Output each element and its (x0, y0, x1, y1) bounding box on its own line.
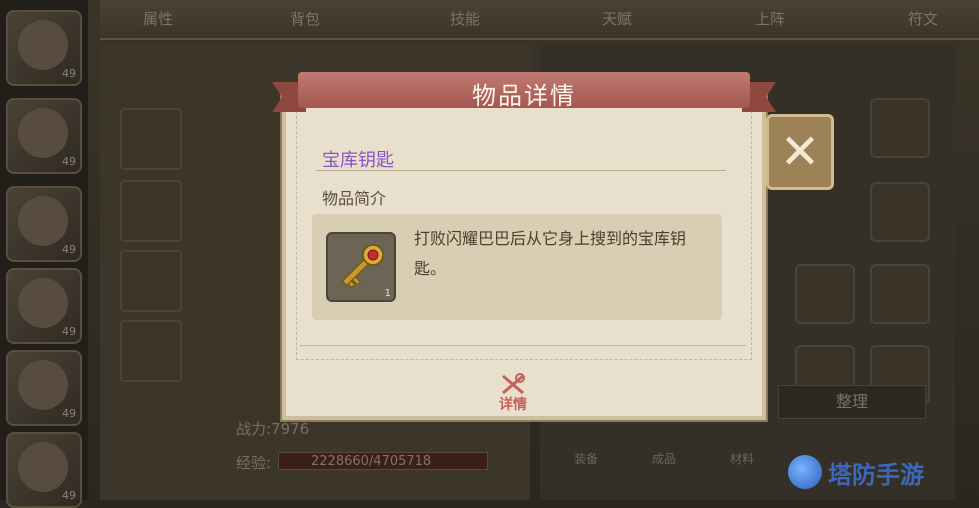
hero-face-icon (18, 360, 68, 410)
hero-face-icon (18, 442, 68, 492)
hero-level: 49 (62, 67, 76, 80)
hero-level: 49 (62, 407, 76, 420)
dialog-title-banner: 物品详情 (272, 68, 776, 112)
equip-slot[interactable] (120, 180, 182, 242)
equip-slot[interactable] (120, 108, 182, 170)
tab-talents[interactable]: 天赋 (587, 8, 647, 29)
divider (316, 170, 726, 171)
close-button[interactable]: ✕ (766, 114, 834, 190)
details-label: 详情 (499, 397, 527, 413)
hero-portrait[interactable]: 49 (6, 350, 82, 426)
equip-slot[interactable] (120, 320, 182, 382)
inventory-slot[interactable] (795, 264, 855, 324)
tab-attributes[interactable]: 属性 (128, 8, 188, 29)
tab-materials[interactable]: 材料 (712, 450, 772, 467)
hero-portrait[interactable]: 49 (6, 10, 82, 86)
inventory-slot[interactable] (870, 182, 930, 242)
hero-level: 49 (62, 489, 76, 502)
hero-face-icon (18, 196, 68, 246)
tab-runes[interactable]: 符文 (893, 8, 953, 29)
hero-level: 49 (62, 325, 76, 338)
top-tab-bar: 属性 背包 技能 天赋 上阵 符文 (100, 0, 979, 40)
item-icon-frame: 1 (326, 232, 396, 302)
tab-equipment[interactable]: 装备 (556, 450, 616, 467)
tab-backpack[interactable]: 背包 (275, 8, 335, 29)
exp-value: 2228660/4705718 (311, 454, 432, 469)
power-label: 战力:7976 (236, 420, 310, 438)
item-description: 打败闪耀巴巴后从它身上搜到的宝库钥匙。 (414, 229, 687, 278)
watermark: 塔防手游 (788, 452, 924, 492)
hero-face-icon (18, 20, 68, 70)
watermark-logo-icon (788, 455, 822, 489)
hero-portrait[interactable]: 49 (6, 98, 82, 174)
equip-slot[interactable] (120, 250, 182, 312)
hero-portrait[interactable]: 49 (6, 186, 82, 262)
hero-portrait[interactable]: 49 (6, 268, 82, 344)
tab-lineup[interactable]: 上阵 (740, 8, 800, 29)
exp-label: 经验: (236, 454, 272, 472)
divider (300, 345, 746, 346)
watermark-text: 塔防手游 (828, 460, 924, 489)
hero-level: 49 (62, 155, 76, 168)
item-name: 宝库钥匙 (322, 150, 394, 171)
details-button[interactable]: 详情 (490, 370, 536, 416)
hero-list: 49 49 49 49 49 49 (0, 0, 88, 508)
hero-level: 49 (62, 243, 76, 256)
item-intro-label: 物品简介 (322, 189, 387, 208)
close-x-icon: ✕ (779, 124, 821, 180)
exp-bar: 2228660/4705718 (278, 452, 488, 470)
tab-skills[interactable]: 技能 (435, 8, 495, 29)
inventory-slot[interactable] (870, 264, 930, 324)
inventory-slot[interactable] (870, 98, 930, 158)
hero-face-icon (18, 278, 68, 328)
item-quantity: 1 (384, 288, 391, 299)
tab-finished[interactable]: 成品 (634, 450, 694, 467)
sort-button[interactable]: 整理 (778, 385, 926, 419)
hero-face-icon (18, 108, 68, 158)
hero-portrait[interactable]: 49 (6, 432, 82, 508)
dialog-title: 物品详情 (472, 82, 576, 110)
crossed-tools-icon (502, 373, 525, 395)
